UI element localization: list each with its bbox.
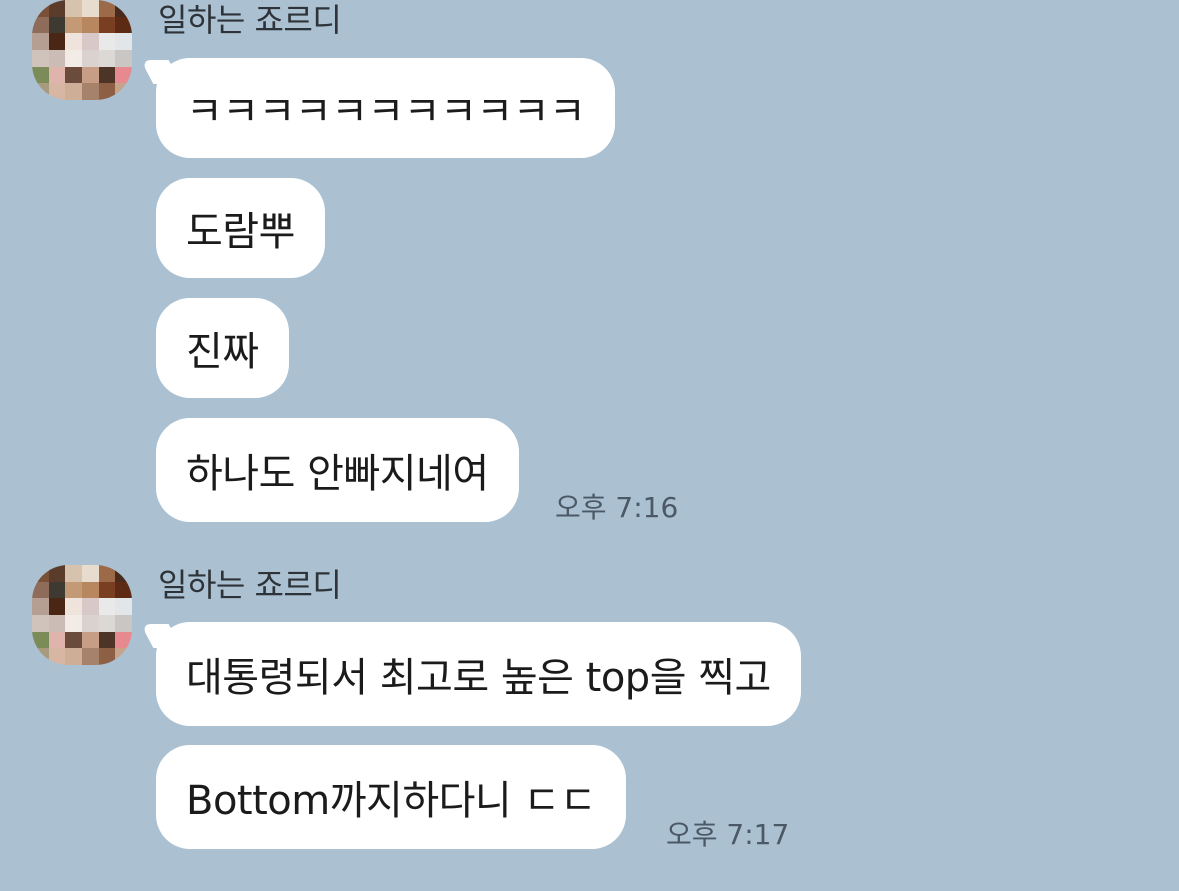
sender-name: 일하는 죠르디 bbox=[158, 566, 342, 604]
message-bubble[interactable]: Bottom까지하다니 ㄷㄷ bbox=[156, 745, 627, 849]
message-text: 진짜 bbox=[186, 329, 259, 375]
sender-avatar[interactable] bbox=[32, 565, 132, 665]
chat-room-messages: 일하는 죠르디 ㅋㅋㅋㅋㅋㅋㅋㅋㅋㅋㅋ 도람뿌 진짜 하나도 안빠지네여 오후 … bbox=[0, 0, 1179, 891]
message-bubble[interactable]: ㅋㅋㅋㅋㅋㅋㅋㅋㅋㅋㅋ bbox=[156, 58, 616, 158]
message-bubble[interactable]: 도람뿌 bbox=[156, 178, 325, 278]
message-text: Bottom까지하다니 ㄷㄷ bbox=[186, 778, 597, 824]
message-bubble[interactable]: 진짜 bbox=[156, 298, 289, 398]
message-text: ㅋㅋㅋㅋㅋㅋㅋㅋㅋㅋㅋ bbox=[186, 89, 586, 135]
message-text: 도람뿌 bbox=[186, 209, 295, 255]
message-timestamp: 오후 7:17 bbox=[666, 818, 790, 851]
message-text: 대통령되서 최고로 높은 top을 찍고 bbox=[186, 655, 771, 701]
sender-name: 일하는 죠르디 bbox=[158, 1, 342, 39]
message-bubble[interactable]: 하나도 안빠지네여 bbox=[156, 418, 519, 522]
sender-avatar[interactable] bbox=[32, 0, 132, 100]
message-text: 하나도 안빠지네여 bbox=[186, 451, 489, 497]
message-bubble[interactable]: 대통령되서 최고로 높은 top을 찍고 bbox=[156, 622, 801, 726]
message-timestamp: 오후 7:16 bbox=[555, 491, 679, 524]
